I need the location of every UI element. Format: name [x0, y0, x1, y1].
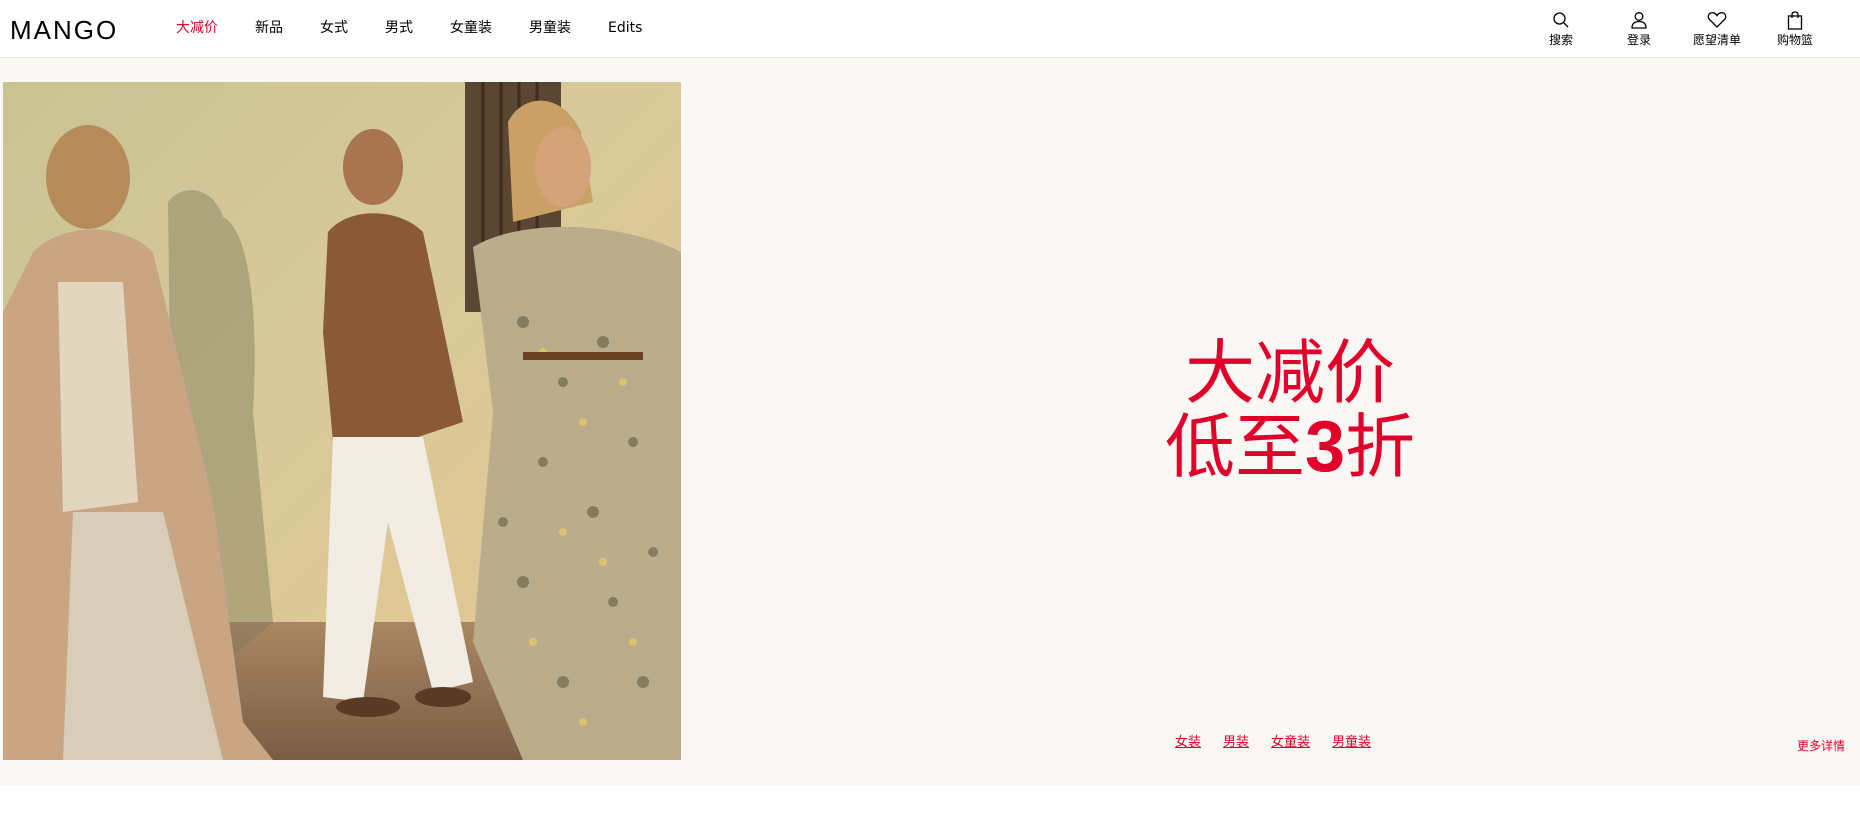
wishlist-label: 愿望清单: [1692, 33, 1741, 47]
nav-item-sale[interactable]: 大减价: [176, 18, 218, 38]
link-boys[interactable]: 男童装: [1332, 731, 1371, 750]
more-details-link[interactable]: 更多详情: [1797, 737, 1845, 754]
search-label: 搜索: [1548, 33, 1573, 47]
link-men[interactable]: 男装: [1223, 731, 1249, 750]
cart-button[interactable]: 购物篮: [1756, 10, 1834, 48]
headline-line-1: 大减价: [1185, 332, 1395, 414]
nav-item-women[interactable]: 女式: [320, 18, 348, 38]
link-women[interactable]: 女装: [1175, 731, 1201, 750]
wishlist-button[interactable]: 愿望清单: [1678, 10, 1756, 48]
user-icon: [1600, 10, 1678, 30]
category-links: 女装 男装 女童装 男童装: [1175, 731, 1393, 750]
headline-prefix: 低至: [1164, 406, 1305, 488]
hero-campaign-photo[interactable]: [3, 82, 681, 760]
sale-headline: 大减价 低至3折: [1145, 336, 1435, 484]
login-button[interactable]: 登录: [1600, 10, 1678, 48]
nav-item-edits[interactable]: Edits: [608, 18, 642, 38]
heart-icon: [1678, 10, 1756, 30]
main-nav: 大减价 新品 女式 男式 女童装 男童装 Edits: [176, 18, 679, 38]
nav-item-new[interactable]: 新品: [255, 18, 283, 38]
headline-line-2: 低至3折: [1145, 410, 1435, 484]
site-header: MANGO 大减价 新品 女式 男式 女童装 男童装 Edits 搜索 登录 愿…: [0, 0, 1860, 58]
nav-item-boys[interactable]: 男童装: [529, 18, 571, 38]
headline-discount-number: 3: [1304, 407, 1346, 487]
shopping-bag-icon: [1756, 10, 1834, 30]
login-label: 登录: [1626, 33, 1651, 47]
search-button[interactable]: 搜索: [1522, 10, 1600, 48]
nav-item-girls[interactable]: 女童装: [450, 18, 492, 38]
sale-hero-banner: 大减价 低至3折 女装 男装 女童装 男童装 更多详情: [0, 58, 1860, 785]
actions-spacer: [1834, 10, 1860, 48]
link-girls[interactable]: 女童装: [1271, 731, 1310, 750]
cart-label: 购物篮: [1776, 33, 1813, 47]
mango-logo[interactable]: MANGO: [10, 15, 118, 46]
header-actions: 搜索 登录 愿望清单 购物篮: [1522, 10, 1860, 48]
search-icon: [1522, 10, 1600, 30]
headline-suffix: 折: [1345, 406, 1416, 488]
nav-item-men[interactable]: 男式: [385, 18, 413, 38]
